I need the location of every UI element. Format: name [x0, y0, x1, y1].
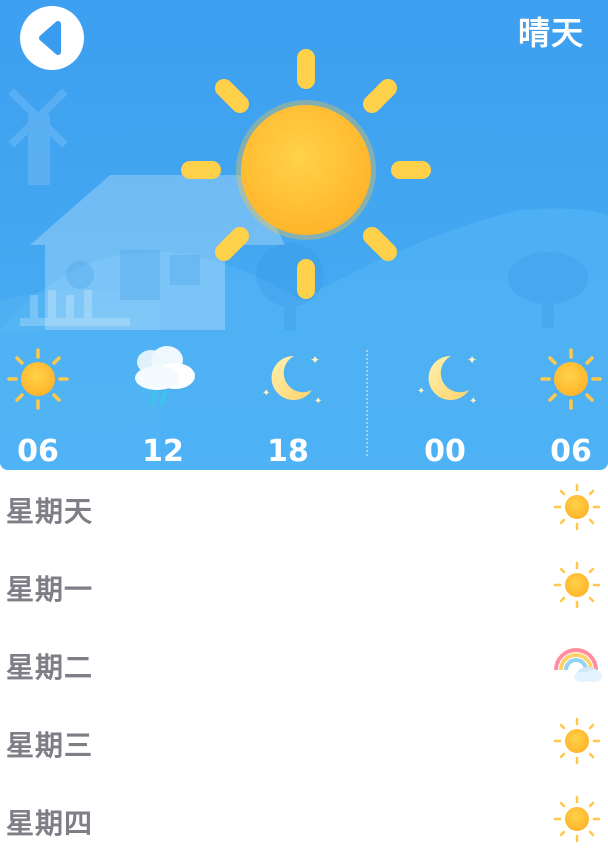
- svg-text:✦: ✦: [262, 388, 270, 399]
- hourly-item: ✦ ✦ ✦ 18: [248, 344, 328, 469]
- hourly-forecast: 06 12 ✦ ✦ ✦ 18 ✦ ✦ ✦ 00 06: [0, 330, 608, 470]
- hour-label: 18: [267, 434, 309, 469]
- rainbow-icon: [554, 648, 602, 682]
- hour-label: 06: [17, 434, 59, 469]
- hourly-item: ✦ ✦ ✦ 00: [405, 344, 485, 469]
- day-label: 星期二: [6, 651, 94, 684]
- forecast-row[interactable]: 星期三: [0, 704, 608, 782]
- hour-label: 06: [550, 434, 592, 469]
- sun-icon: [540, 348, 602, 410]
- forecast-row[interactable]: 星期四: [0, 782, 608, 860]
- rain-cloud-icon: [135, 346, 195, 406]
- sun-icon: [181, 49, 431, 299]
- forecast-row[interactable]: 星期天: [0, 470, 608, 548]
- forecast-row[interactable]: 星期二: [0, 626, 608, 704]
- day-label: 星期一: [6, 573, 94, 606]
- sun-icon: [7, 348, 69, 410]
- sun-icon: [553, 561, 601, 609]
- svg-text:✦: ✦: [417, 386, 425, 397]
- sun-icon: [553, 717, 601, 765]
- back-button[interactable]: [20, 6, 84, 70]
- day-label: 星期三: [6, 729, 94, 762]
- moon-icon: ✦ ✦ ✦: [417, 353, 477, 407]
- moon-icon: ✦ ✦ ✦: [262, 353, 322, 407]
- svg-text:✦: ✦: [314, 396, 322, 407]
- svg-text:✦: ✦: [467, 353, 477, 367]
- hour-label: 12: [142, 434, 184, 469]
- sun-icon: [553, 483, 601, 531]
- hour-label: 00: [424, 434, 466, 469]
- svg-text:✦: ✦: [310, 353, 320, 367]
- day-label: 星期天: [6, 495, 94, 528]
- hourly-item: 06: [531, 344, 608, 469]
- day-label: 星期四: [6, 807, 94, 840]
- forecast-row[interactable]: 星期一: [0, 548, 608, 626]
- weather-condition: 晴天: [517, 14, 584, 52]
- hourly-item: 12: [123, 344, 203, 469]
- chevron-left-icon: [39, 21, 61, 55]
- hourly-item: 06: [0, 344, 78, 469]
- daily-forecast-list: 星期天 星期一 星期二 星期三 星期四: [0, 470, 608, 860]
- svg-text:✦: ✦: [469, 396, 477, 407]
- sun-icon: [553, 795, 601, 843]
